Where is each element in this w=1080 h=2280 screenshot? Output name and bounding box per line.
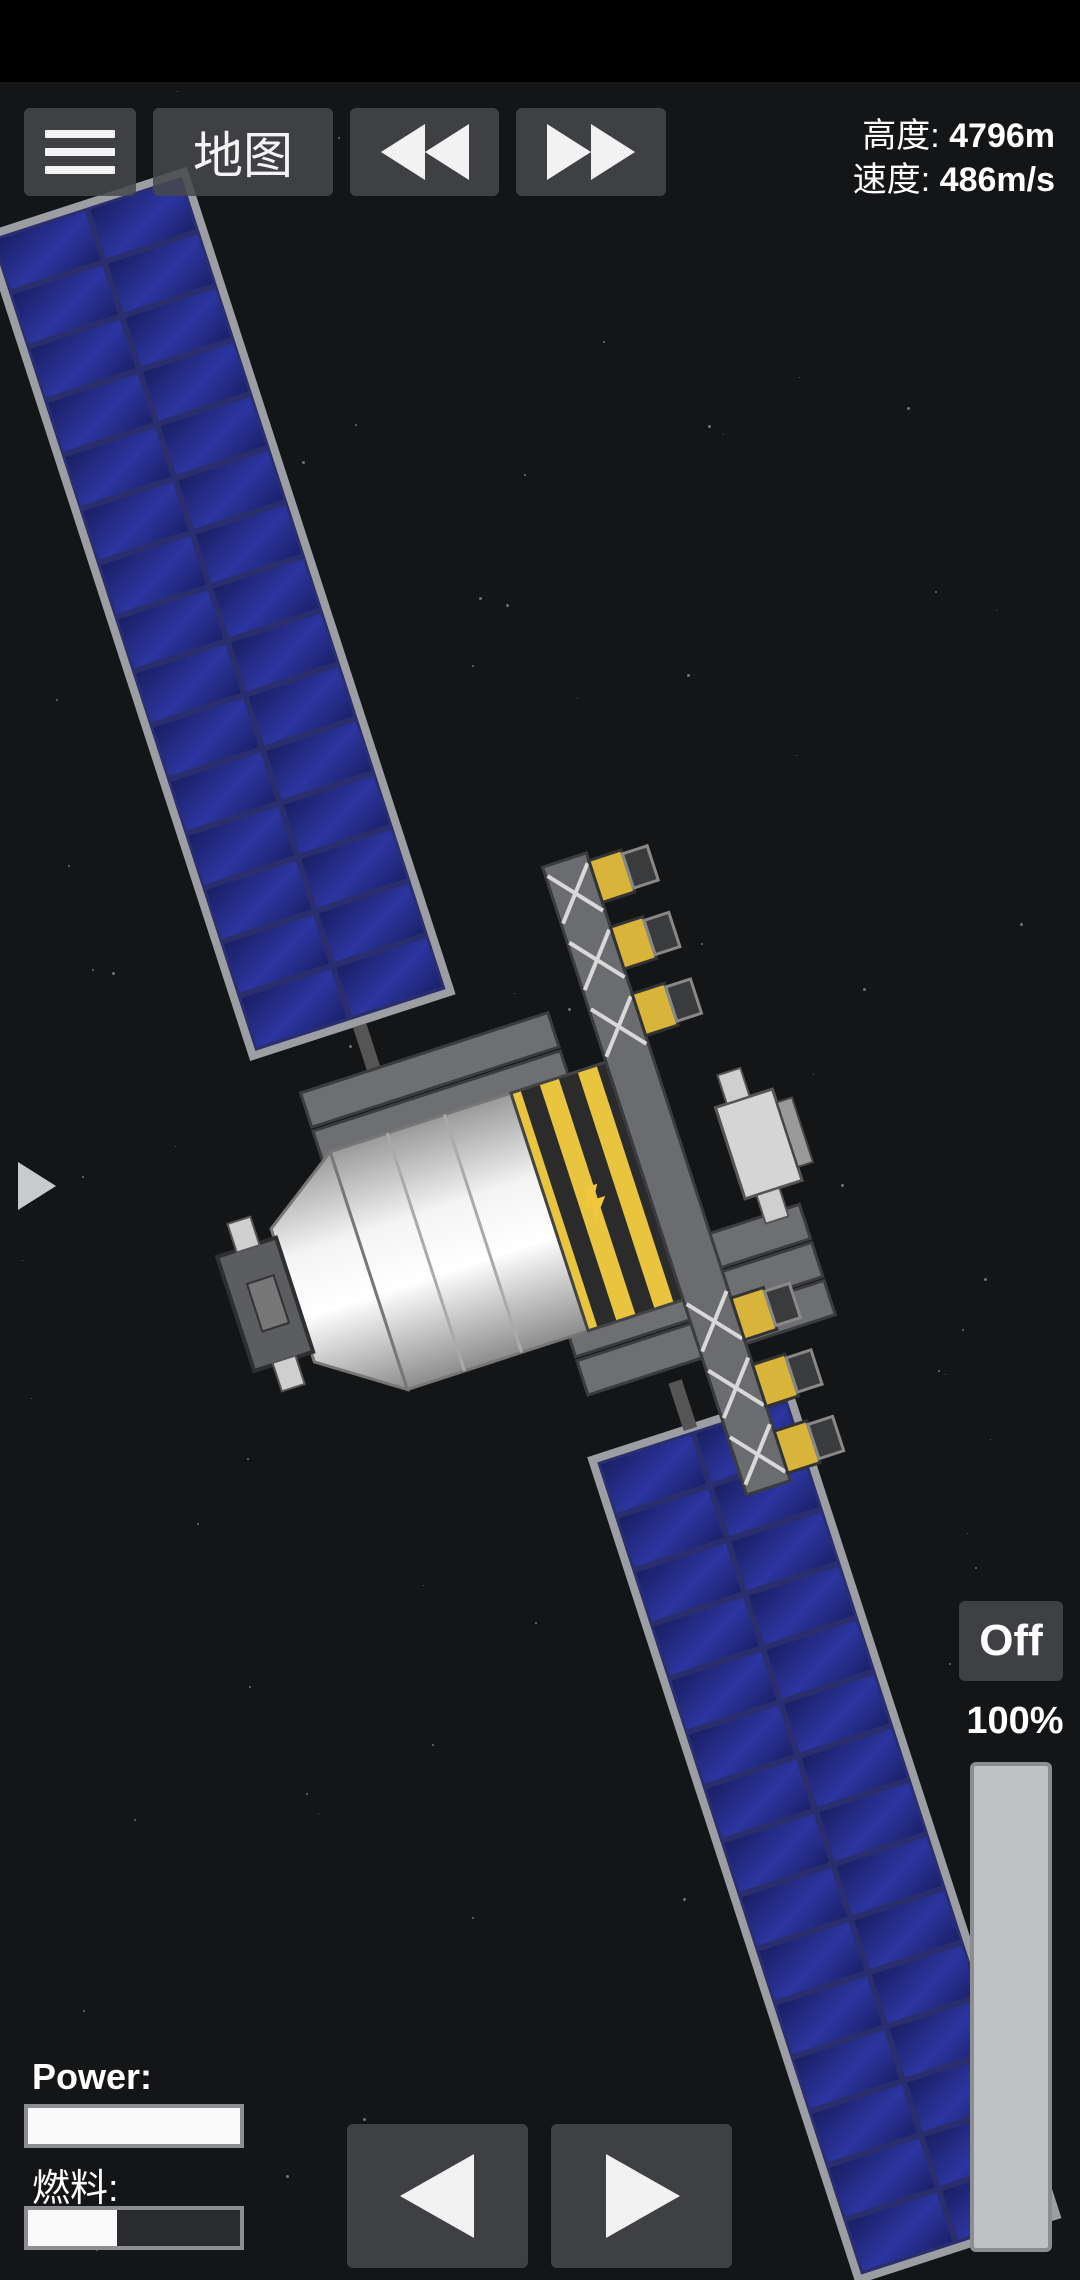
throttle-toggle-button[interactable]: Off — [959, 1601, 1063, 1681]
rewind-icon — [380, 124, 469, 180]
rotate-left-button[interactable] — [347, 2124, 528, 2268]
solar-panel-upper — [0, 166, 456, 1062]
menu-button[interactable] — [24, 108, 136, 196]
map-button[interactable]: 地图 — [153, 108, 333, 196]
throttle-slider-fill — [974, 1766, 1048, 2248]
throttle-percent: 100% — [966, 1700, 1064, 1742]
fuel-meter-fill — [28, 2210, 118, 2246]
triangle-left-icon — [399, 2154, 474, 2238]
rotate-right-button[interactable] — [551, 2124, 732, 2268]
fuel-label: 燃料: — [32, 2168, 119, 2210]
rewind-button[interactable] — [350, 108, 499, 196]
hamburger-icon — [45, 120, 115, 184]
fast-forward-button[interactable] — [516, 108, 666, 196]
triangle-right-icon — [605, 2154, 680, 2238]
fast-forward-icon — [547, 124, 635, 180]
side-panel-toggle-icon[interactable] — [18, 1162, 56, 1210]
power-meter-fill — [28, 2108, 240, 2144]
altitude-readout: 高度: 4796m — [862, 108, 1055, 157]
speed-value: 486m/s — [939, 161, 1055, 199]
throttle-slider[interactable] — [970, 1762, 1052, 2252]
altitude-label: 高度: — [862, 117, 940, 155]
power-meter — [24, 2104, 244, 2148]
speed-readout: 速度: 486m/s — [853, 152, 1055, 201]
altitude-value: 4796m — [949, 117, 1055, 155]
speed-label: 速度: — [852, 161, 931, 199]
power-label: Power: — [32, 2056, 153, 2097]
satellite-spacecraft — [0, 166, 1062, 2280]
fuel-meter — [24, 2206, 244, 2250]
